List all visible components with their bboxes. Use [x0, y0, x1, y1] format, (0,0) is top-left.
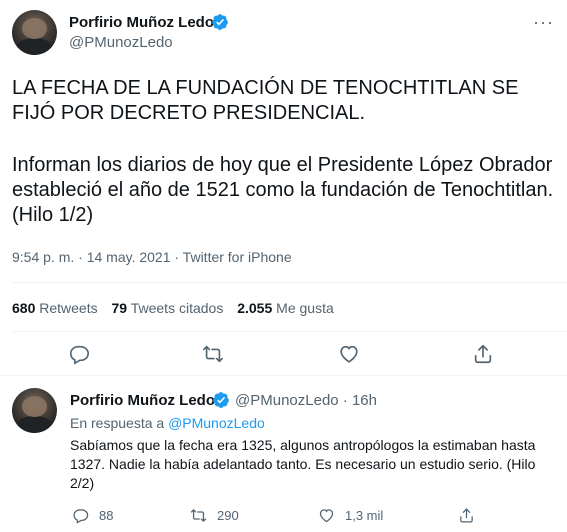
reply-to-handle[interactable]: @PMunozLedo — [168, 415, 265, 431]
tweet-stats: 680 Retweets 79 Tweets citados 2.055 Me … — [12, 300, 344, 316]
divider — [0, 375, 567, 376]
avatar[interactable] — [12, 10, 57, 55]
retweet-icon[interactable] — [202, 343, 224, 365]
reply-text: Sabíamos que la fecha era 1325, algunos … — [70, 437, 536, 491]
tweet-meta[interactable]: 9:54 p. m. · 14 may. 2021 · Twitter for … — [12, 249, 292, 265]
reply-like-button[interactable]: 1,3 mil — [318, 507, 383, 524]
retweet-icon — [190, 509, 207, 522]
like-icon[interactable] — [338, 343, 360, 365]
tweet-text-line1: LA FECHA DE LA FUNDACIÓN DE TENOCHTITLAN… — [12, 77, 519, 124]
more-options-icon[interactable]: ··· — [533, 12, 554, 33]
handle[interactable]: @PMunozLedo — [69, 34, 173, 51]
reply-retweet-button[interactable]: 290 — [190, 507, 239, 524]
reply-handle-time[interactable]: @PMunozLedo · 16h — [235, 392, 377, 409]
divider — [12, 282, 567, 283]
share-icon[interactable] — [472, 343, 494, 365]
reply-prefix: En respuesta a — [70, 415, 165, 431]
reply-share-button[interactable] — [458, 507, 485, 524]
avatar[interactable] — [12, 388, 57, 433]
like-count: 1,3 mil — [345, 508, 384, 523]
reply-count: 88 — [99, 508, 114, 523]
verified-badge-icon — [213, 392, 229, 408]
like-icon — [319, 509, 334, 523]
reply-reply-button[interactable]: 88 — [72, 507, 113, 524]
quotes-stat[interactable]: 79 Tweets citados — [112, 300, 224, 316]
share-icon — [460, 508, 473, 523]
reply-context: En respuesta a @PMunozLedo — [70, 415, 265, 431]
tweet-text-line2: Informan los diarios de hoy que el Presi… — [12, 154, 554, 226]
verified-badge-icon — [212, 14, 228, 30]
display-name[interactable]: Porfirio Muñoz Ledo — [69, 14, 214, 31]
divider — [12, 331, 567, 332]
retweets-stat[interactable]: 680 Retweets — [12, 300, 98, 316]
likes-stat[interactable]: 2.055 Me gusta — [237, 300, 334, 316]
reply-icon — [73, 509, 89, 524]
retweet-count: 290 — [217, 508, 239, 523]
reply-display-name[interactable]: Porfirio Muñoz Ledo — [70, 392, 215, 409]
reply-icon[interactable] — [68, 343, 90, 365]
